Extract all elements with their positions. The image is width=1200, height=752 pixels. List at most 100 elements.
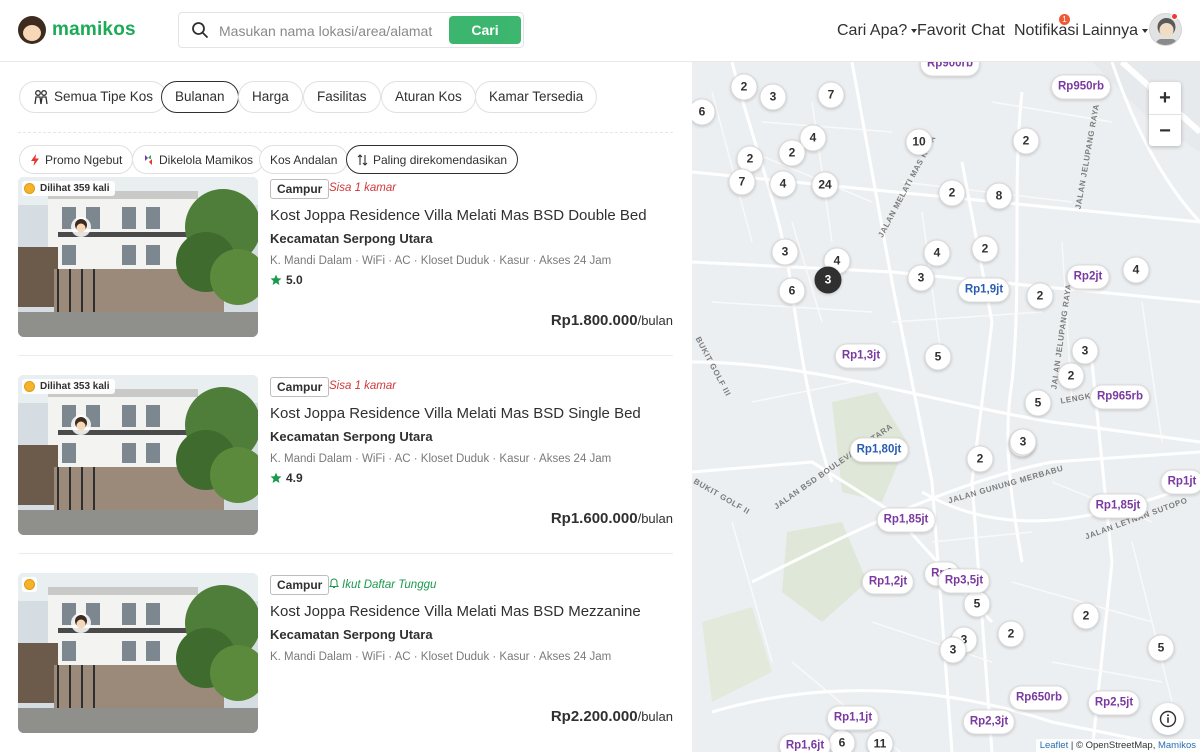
map-price-marker[interactable]: Rp2jt (1066, 264, 1110, 290)
nav-chat[interactable]: Chat (971, 22, 1005, 40)
map-price-marker[interactable]: Rp650rb (1008, 685, 1070, 711)
map-cluster-marker[interactable]: 3 (1071, 337, 1099, 365)
map-cluster-marker[interactable]: 3 (907, 264, 935, 292)
listing-card[interactable]: Dilihat 353 kali Campur Sisa 1 kamar Kos… (18, 375, 673, 535)
filter-bulanan[interactable]: Bulanan (161, 81, 239, 113)
map-cluster-marker[interactable]: 24 (811, 171, 839, 199)
map-price-marker[interactable]: Rp1jt (1160, 469, 1200, 495)
price-period: /bulan (637, 313, 673, 328)
nav-lainnya[interactable]: Lainnya (1082, 22, 1149, 40)
map-price-marker[interactable]: Rp900rb (919, 62, 981, 77)
filter-fasilitas[interactable]: Fasilitas (303, 81, 381, 113)
mamikos-link[interactable]: Mamikos (1158, 740, 1196, 751)
listing-title[interactable]: Kost Joppa Residence Villa Melati Mas BS… (270, 603, 641, 620)
filter-semua-tipe-kos[interactable]: Semua Tipe Kos (19, 81, 168, 113)
zoom-in-button[interactable]: + (1149, 82, 1181, 114)
map-cluster-marker[interactable]: 3 (771, 238, 799, 266)
map-cluster-marker[interactable]: 2 (1072, 602, 1100, 630)
map-cluster-marker[interactable]: 5 (1147, 634, 1175, 662)
search-input[interactable] (219, 19, 447, 43)
leaflet-link[interactable]: Leaflet (1040, 740, 1069, 751)
listing-title[interactable]: Kost Joppa Residence Villa Melati Mas BS… (270, 405, 641, 422)
map-price-marker[interactable]: Rp2,5jt (1087, 690, 1141, 716)
avatar-notification-dot (1171, 13, 1178, 20)
map-cluster-marker[interactable]: 8 (985, 182, 1013, 210)
filter-harga[interactable]: Harga (238, 81, 303, 113)
map-price-marker[interactable]: Rp1,6jt (778, 733, 832, 752)
map-cluster-marker[interactable]: 2 (778, 139, 806, 167)
map-cluster-marker[interactable]: 2 (1057, 362, 1085, 390)
map-cluster-marker[interactable]: 2 (1012, 127, 1040, 155)
map-cluster-marker[interactable]: 5 (1024, 389, 1052, 417)
map-price-marker[interactable]: Rp1,85jt (876, 507, 936, 533)
listing-photo[interactable]: Dilihat 353 kali (18, 375, 258, 535)
map-cluster-marker[interactable]: 4 (923, 239, 951, 267)
map-cluster-marker[interactable]: 5 (924, 343, 952, 371)
map-price-marker[interactable]: Rp1,1jt (826, 705, 880, 731)
map-cluster-marker[interactable]: 3 (759, 83, 787, 111)
map-attribution: Leaflet | © OpenStreetMap, Mamikos (1035, 739, 1200, 752)
listing-area: Kecamatan Serpong Utara (270, 627, 433, 642)
filter-dikelola-mamikos[interactable]: Dikelola Mamikos (132, 145, 265, 174)
map-info-button[interactable] (1152, 703, 1184, 735)
listing-photo[interactable] (18, 573, 258, 733)
search-button[interactable]: Cari (449, 16, 521, 44)
kost-building-photo (18, 375, 258, 535)
map-cluster-marker[interactable]: 4 (769, 170, 797, 198)
map-cluster-marker[interactable]: 6 (778, 277, 806, 305)
map-cluster-marker[interactable]: 3 (939, 636, 967, 664)
map-cluster-marker[interactable]: 11 (866, 730, 894, 752)
zoom-out-button[interactable]: − (1149, 114, 1181, 146)
listing-card[interactable]: Dilihat 359 kali Campur Sisa 1 kamar Kos… (18, 177, 673, 337)
map-cluster-marker[interactable]: 2 (971, 235, 999, 263)
nav-favorit[interactable]: Favorit (917, 22, 966, 40)
sort-dropdown[interactable]: Paling direkomendasikan (346, 145, 519, 174)
map-price-marker[interactable]: Rp1,2jt (861, 569, 915, 595)
listing-card[interactable]: Campur Ikut Daftar Tunggu Kost Joppa Res… (18, 573, 673, 733)
avatar-face-icon (1156, 18, 1177, 45)
filter-kos-andalan[interactable]: Kos Andalan (259, 145, 349, 174)
listing-title[interactable]: Kost Joppa Residence Villa Melati Mas BS… (270, 207, 647, 224)
mamikos-logo[interactable]: mamikos (18, 16, 136, 44)
filter-aturan-kos[interactable]: Aturan Kos (381, 81, 476, 113)
map-cluster-marker[interactable]: 2 (1026, 282, 1054, 310)
gender-type-badge: Campur (270, 575, 330, 595)
map-cluster-marker[interactable]: 6 (828, 729, 856, 752)
filter-promo-ngebut[interactable]: Promo Ngebut (19, 145, 134, 174)
map-price-marker[interactable]: Rp3,5jt (937, 568, 991, 594)
sort-label: Paling direkomendasikan (373, 152, 508, 167)
map-price-marker[interactable]: Rp2,3jt (962, 709, 1016, 735)
map-cluster-marker[interactable]: 10 (905, 128, 933, 156)
nav-cari-apa[interactable]: Cari Apa? (837, 22, 918, 40)
map-price-marker[interactable]: Rp965rb (1089, 384, 1151, 410)
listing-price: Rp1.600.000/bulan (551, 510, 673, 527)
osm-attribution: © OpenStreetMap (1075, 740, 1153, 751)
filter-kamar-tersedia[interactable]: Kamar Tersedia (475, 81, 598, 113)
map-price-marker[interactable]: Rp1,3jt (834, 343, 888, 369)
lightning-icon (31, 153, 39, 166)
map-cluster-marker[interactable]: 2 (730, 73, 758, 101)
map-price-marker[interactable]: Rp1,9jt (957, 277, 1011, 303)
map-cluster-marker[interactable]: 7 (728, 168, 756, 196)
map-cluster-marker[interactable]: 3 (814, 266, 842, 294)
listing-info: Campur Ikut Daftar Tunggu Kost Joppa Res… (270, 573, 673, 733)
map-price-marker[interactable]: Rp1,85jt (1088, 493, 1148, 519)
map-cluster-marker[interactable]: 5 (963, 590, 991, 618)
map-cluster-marker[interactable]: 4 (1122, 256, 1150, 284)
map-cluster-marker[interactable]: 3 (1009, 428, 1037, 456)
map-cluster-marker[interactable]: 7 (817, 81, 845, 109)
availability-label: Ikut Daftar Tunggu (342, 579, 437, 591)
map-price-marker[interactable]: Rp950rb (1050, 74, 1112, 100)
listing-photo[interactable]: Dilihat 359 kali (18, 177, 258, 337)
price-value: Rp1.600.000 (550, 510, 638, 527)
map-panel[interactable]: JALAN MELATI MAS RAYA JALAN JELUPANG RAY… (692, 62, 1200, 752)
star-icon (270, 274, 282, 285)
map-cluster-marker[interactable]: 2 (997, 620, 1025, 648)
nav-notifikasi[interactable]: Notifikasi (1014, 22, 1079, 40)
availability-label: Sisa 1 kamar (329, 182, 397, 194)
star-icon (270, 472, 282, 483)
map-cluster-marker[interactable]: 2 (966, 445, 994, 473)
kost-building-photo (18, 177, 258, 337)
map-cluster-marker[interactable]: 2 (938, 179, 966, 207)
map-price-marker[interactable]: Rp1,80jt (849, 437, 909, 463)
